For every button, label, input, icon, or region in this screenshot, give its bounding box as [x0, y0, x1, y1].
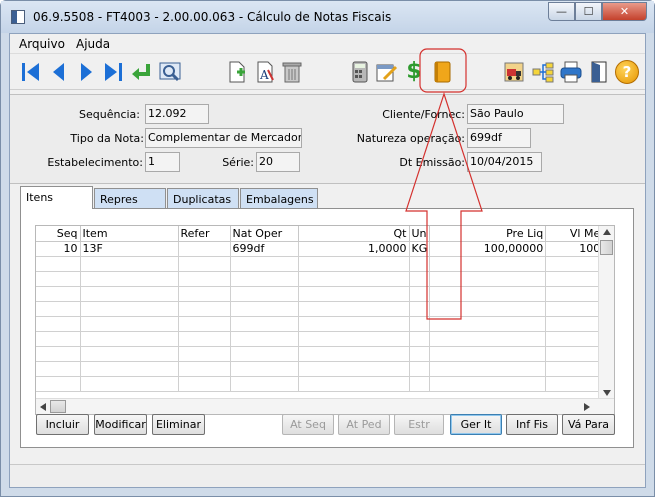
cell-un: KG	[409, 241, 431, 257]
estr-button[interactable]: Estr	[394, 414, 444, 435]
hierarchy-icon[interactable]	[531, 60, 555, 84]
toolbar: A $ ?	[10, 54, 645, 90]
title-bar: 06.9.5508 - FT4003 - 2.00.00.063 - Cálcu…	[1, 1, 654, 33]
status-bar	[10, 464, 645, 487]
minimize-button[interactable]: —	[548, 2, 575, 21]
cell-vl-me: 100	[545, 241, 604, 257]
natureza-field[interactable]: 699df	[467, 128, 531, 148]
window-title: 06.9.5508 - FT4003 - 2.00.00.063 - Cálcu…	[33, 10, 392, 24]
cell-refer	[178, 241, 231, 257]
column-header-vl-me[interactable]: Vl Me	[545, 226, 604, 242]
calendar-edit-icon[interactable]	[374, 60, 398, 84]
incluir-button[interactable]: Incluir	[36, 414, 89, 435]
table-row[interactable]	[36, 301, 604, 317]
items-grid[interactable]: Seq Item Refer Nat Oper Qt Un Pre Liq Vl…	[35, 225, 615, 415]
table-row[interactable]	[36, 316, 604, 332]
previous-record-icon[interactable]	[47, 60, 71, 84]
client-area: Arquivo Ajuda A $ ? Sequência: 12.092 Ti…	[9, 33, 646, 488]
cliente-label: Cliente/Fornec:	[382, 108, 465, 121]
column-header-nat-oper[interactable]: Nat Oper	[230, 226, 299, 242]
column-header-pre-liq[interactable]: Pre Liq	[429, 226, 547, 242]
application-window: 06.9.5508 - FT4003 - 2.00.00.063 - Cálcu…	[0, 0, 655, 497]
scroll-up-icon[interactable]	[603, 229, 611, 235]
scroll-down-icon[interactable]	[603, 390, 611, 396]
tab-embalagens[interactable]: Embalagens	[240, 188, 318, 208]
scroll-right-icon[interactable]	[584, 403, 590, 411]
next-record-icon[interactable]	[74, 60, 98, 84]
table-row[interactable]	[36, 286, 604, 302]
printer-icon[interactable]	[559, 60, 583, 84]
horizontal-scroll-thumb[interactable]	[50, 400, 66, 413]
inf-fis-button[interactable]: Inf Fis	[506, 414, 558, 435]
estabelecimento-field[interactable]: 1	[145, 152, 180, 172]
help-icon[interactable]: ?	[615, 60, 639, 84]
table-row[interactable]	[36, 346, 604, 362]
va-para-button[interactable]: Vá Para	[562, 414, 615, 435]
tipo-nota-label: Tipo da Nota:	[70, 132, 144, 145]
action-button-row: Incluir Modificar Eliminar At Seq At Ped…	[36, 414, 636, 436]
column-header-seq[interactable]: Seq	[36, 226, 81, 242]
text-format-icon[interactable]: A	[253, 60, 277, 84]
modificar-button[interactable]: Modificar	[94, 414, 147, 435]
tipo-nota-field[interactable]: Complementar de Mercadoria	[145, 128, 302, 148]
column-header-un[interactable]: Un	[409, 226, 431, 242]
cell-nat-oper: 699df	[230, 241, 299, 257]
trash-icon[interactable]	[280, 60, 304, 84]
cell-item: 13F	[80, 241, 179, 257]
at-seq-button[interactable]: At Seq	[282, 414, 334, 435]
column-header-refer[interactable]: Refer	[178, 226, 231, 242]
vertical-scroll-thumb[interactable]	[600, 240, 613, 255]
table-row[interactable]: 10 13F 699df 1,0000 KG 100,00000 100	[36, 241, 604, 257]
cell-qt: 1,0000	[298, 241, 410, 257]
table-row[interactable]	[36, 331, 604, 347]
maximize-button[interactable]: ☐	[575, 2, 602, 21]
vertical-scrollbar[interactable]	[598, 226, 614, 400]
new-document-icon[interactable]	[225, 60, 249, 84]
itens-panel: Seq Item Refer Nat Oper Qt Un Pre Liq Vl…	[20, 208, 634, 448]
exit-door-icon[interactable]	[587, 60, 611, 84]
sequencia-label: Sequência:	[79, 108, 140, 121]
return-icon[interactable]	[129, 60, 153, 84]
notebook-icon[interactable]	[430, 60, 454, 84]
table-row[interactable]	[36, 376, 604, 392]
svg-text:A: A	[259, 68, 269, 82]
menu-ajuda[interactable]: Ajuda	[76, 37, 110, 51]
last-record-icon[interactable]	[101, 60, 125, 84]
serie-field[interactable]: 20	[256, 152, 300, 172]
header-form: Sequência: 12.092 Tipo da Nota: Compleme…	[10, 94, 645, 184]
serie-label: Série:	[222, 156, 254, 169]
scroll-left-icon[interactable]	[40, 403, 46, 411]
cell-pre-liq: 100,00000	[429, 241, 547, 257]
table-row[interactable]	[36, 361, 604, 377]
column-header-item[interactable]: Item	[80, 226, 179, 242]
cell-seq: 10	[36, 241, 81, 257]
tab-duplicatas[interactable]: Duplicatas	[167, 188, 239, 208]
table-row[interactable]	[36, 271, 604, 287]
dt-emissao-label: Dt Emissão:	[399, 156, 465, 169]
menu-arquivo[interactable]: Arquivo	[19, 37, 65, 51]
menu-bar: Arquivo Ajuda	[10, 34, 645, 54]
close-button[interactable]: ✕	[602, 2, 647, 21]
column-header-qt[interactable]: Qt	[298, 226, 410, 242]
app-icon	[11, 10, 25, 24]
zoom-search-icon[interactable]	[158, 60, 182, 84]
eliminar-button[interactable]: Eliminar	[152, 414, 205, 435]
tab-itens[interactable]: Itens	[20, 186, 93, 209]
ger-it-button[interactable]: Ger It	[450, 414, 502, 435]
estabelecimento-label: Estabelecimento:	[47, 156, 143, 169]
calculator-icon[interactable]	[348, 60, 372, 84]
tab-repres[interactable]: Repres	[94, 188, 166, 208]
dollar-icon[interactable]: $	[402, 60, 426, 84]
first-record-icon[interactable]	[19, 60, 43, 84]
dt-emissao-field[interactable]: 10/04/2015	[467, 152, 542, 172]
horizontal-scrollbar[interactable]	[36, 398, 614, 414]
at-ped-button[interactable]: At Ped	[338, 414, 390, 435]
cliente-field[interactable]: São Paulo	[467, 104, 564, 124]
table-row[interactable]	[36, 256, 604, 272]
natureza-label: Natureza operação:	[356, 132, 465, 145]
truck-report-icon[interactable]	[502, 60, 526, 84]
sequencia-field[interactable]: 12.092	[145, 104, 209, 124]
